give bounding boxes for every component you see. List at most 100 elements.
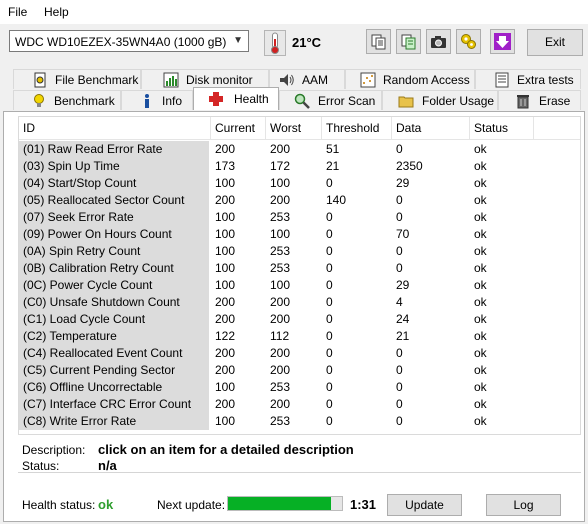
menu-file[interactable]: File: [8, 5, 27, 19]
tab-extra-tests[interactable]: Extra tests: [475, 69, 581, 89]
countdown-timer: 1:31: [350, 497, 377, 512]
column-header[interactable]: Worst: [266, 117, 322, 139]
exit-button[interactable]: Exit: [527, 29, 583, 56]
table-row[interactable]: (03) Spin Up Time 173 172 21 2350 ok: [19, 158, 580, 175]
table-row[interactable]: (01) Raw Read Error Rate 200 200 51 0 ok: [19, 141, 580, 158]
table-row[interactable]: (C4) Reallocated Event Count 200 200 0 0 ok: [19, 345, 580, 362]
settings-button[interactable]: [456, 29, 481, 54]
table-cell: (C5) Current Pending Sector: [19, 362, 209, 379]
table-cell: 100: [215, 244, 236, 258]
menu-bar: File Help: [0, 0, 588, 25]
table-cell: ok: [474, 227, 487, 241]
health-status-value: ok: [98, 497, 114, 512]
table-cell: 0: [396, 397, 403, 411]
log-button[interactable]: Log: [486, 494, 561, 516]
table-cell: 51: [326, 142, 340, 156]
tab-folder-usage[interactable]: Folder Usage: [382, 90, 498, 110]
table-cell: 21: [396, 329, 410, 343]
tab-label: Random Access: [383, 73, 470, 87]
menu-help[interactable]: Help: [44, 5, 69, 19]
divider: [18, 472, 581, 473]
table-row[interactable]: (C7) Interface CRC Error Count 200 200 0 0 ok: [19, 396, 580, 413]
table-cell: 200: [270, 346, 291, 360]
column-header[interactable]: Current: [211, 117, 266, 139]
column-header[interactable]: Threshold: [322, 117, 392, 139]
copy-button[interactable]: [366, 29, 391, 54]
table-cell: 0: [396, 380, 403, 394]
table-cell: 253: [270, 244, 291, 258]
table-cell: 0: [396, 346, 403, 360]
table-cell: ok: [474, 312, 487, 326]
table-cell: 0: [326, 414, 333, 428]
tab-label: Folder Usage: [422, 94, 495, 108]
magnifier-icon: [294, 93, 310, 109]
table-cell: 21: [326, 159, 340, 173]
table-cell: 2350: [396, 159, 423, 173]
table-row[interactable]: (C1) Load Cycle Count 200 200 0 24 ok: [19, 311, 580, 328]
table-cell: 200: [270, 142, 291, 156]
table-header: ID Current Worst Threshold Data Status: [19, 117, 580, 140]
table-cell: 0: [326, 295, 333, 309]
table-cell: 140: [326, 193, 347, 207]
tab-disk-monitor[interactable]: Disk monitor: [141, 69, 269, 89]
tab-aam[interactable]: AAM: [269, 69, 345, 89]
table-row[interactable]: (C5) Current Pending Sector 200 200 0 0 ok: [19, 362, 580, 379]
table-cell: (04) Start/Stop Count: [19, 175, 209, 192]
column-header[interactable]: Status: [470, 117, 534, 139]
table-cell: (C7) Interface CRC Error Count: [19, 396, 209, 413]
drive-select[interactable]: WDC WD10EZEX-35WN4A0 (1000 gB) ▼: [9, 30, 249, 52]
table-cell: 29: [396, 278, 410, 292]
table-cell: 200: [270, 312, 291, 326]
status-value: n/a: [98, 458, 117, 473]
tab-bar: File Benchmark Disk monitor AAM Random A…: [0, 66, 588, 112]
smart-table: ID Current Worst Threshold Data Status (01) R…: [18, 116, 581, 435]
tab-benchmark[interactable]: Benchmark: [13, 90, 121, 110]
table-row[interactable]: (07) Seek Error Rate 100 253 0 0 ok: [19, 209, 580, 226]
table-cell: ok: [474, 397, 487, 411]
table-row[interactable]: (C6) Offline Uncorrectable 100 253 0 0 ok: [19, 379, 580, 396]
column-header[interactable]: ID: [19, 117, 211, 139]
table-row[interactable]: (05) Reallocated Sector Count 200 200 140 0 o…: [19, 192, 580, 209]
table-cell: 0: [326, 227, 333, 241]
table-cell: 200: [215, 346, 236, 360]
copy-all-button[interactable]: [396, 29, 421, 54]
table-cell: 200: [270, 363, 291, 377]
table-cell: 200: [215, 193, 236, 207]
table-row[interactable]: (0C) Power Cycle Count 100 100 0 29 ok: [19, 277, 580, 294]
screenshot-button[interactable]: [426, 29, 451, 54]
save-button[interactable]: [490, 29, 515, 54]
table-cell: 200: [215, 295, 236, 309]
table-row[interactable]: (0A) Spin Retry Count 100 253 0 0 ok: [19, 243, 580, 260]
table-cell: 253: [270, 210, 291, 224]
table-cell: 200: [270, 397, 291, 411]
table-row[interactable]: (C2) Temperature 122 112 0 21 ok: [19, 328, 580, 345]
table-row[interactable]: (09) Power On Hours Count 100 100 0 70 ok: [19, 226, 580, 243]
description-label: Description:: [22, 443, 86, 457]
table-cell: 100: [215, 380, 236, 394]
table-cell: (C6) Offline Uncorrectable: [19, 379, 209, 396]
drive-select-value: WDC WD10EZEX-35WN4A0 (1000 gB): [15, 35, 227, 49]
table-cell: 100: [215, 278, 236, 292]
health-panel: ID Current Worst Threshold Data Status (01) R…: [3, 111, 585, 522]
table-row[interactable]: (04) Start/Stop Count 100 100 0 29 ok: [19, 175, 580, 192]
table-cell: 200: [215, 312, 236, 326]
tab-error-scan[interactable]: Error Scan: [279, 90, 382, 110]
tab-random-access[interactable]: Random Access: [345, 69, 475, 89]
table-cell: 0: [326, 329, 333, 343]
speaker-icon: [280, 74, 294, 86]
column-header[interactable]: Data: [392, 117, 470, 139]
tab-file-benchmark[interactable]: File Benchmark: [13, 69, 141, 89]
table-row[interactable]: (0B) Calibration Retry Count 100 253 0 0 ok: [19, 260, 580, 277]
table-row[interactable]: (C8) Write Error Rate 100 253 0 0 ok: [19, 413, 580, 430]
tab-label: Health: [234, 92, 269, 106]
table-cell: 0: [326, 397, 333, 411]
update-button[interactable]: Update: [387, 494, 462, 516]
table-cell: 0: [326, 278, 333, 292]
table-cell: ok: [474, 363, 487, 377]
benchmark-icon: [34, 94, 44, 107]
tab-erase[interactable]: Erase: [498, 90, 581, 110]
table-row[interactable]: (C0) Unsafe Shutdown Count 200 200 0 4 ok: [19, 294, 580, 311]
tab-info[interactable]: Info: [121, 90, 193, 110]
tab-health[interactable]: Health: [193, 87, 279, 110]
copy-icon: [371, 34, 386, 50]
